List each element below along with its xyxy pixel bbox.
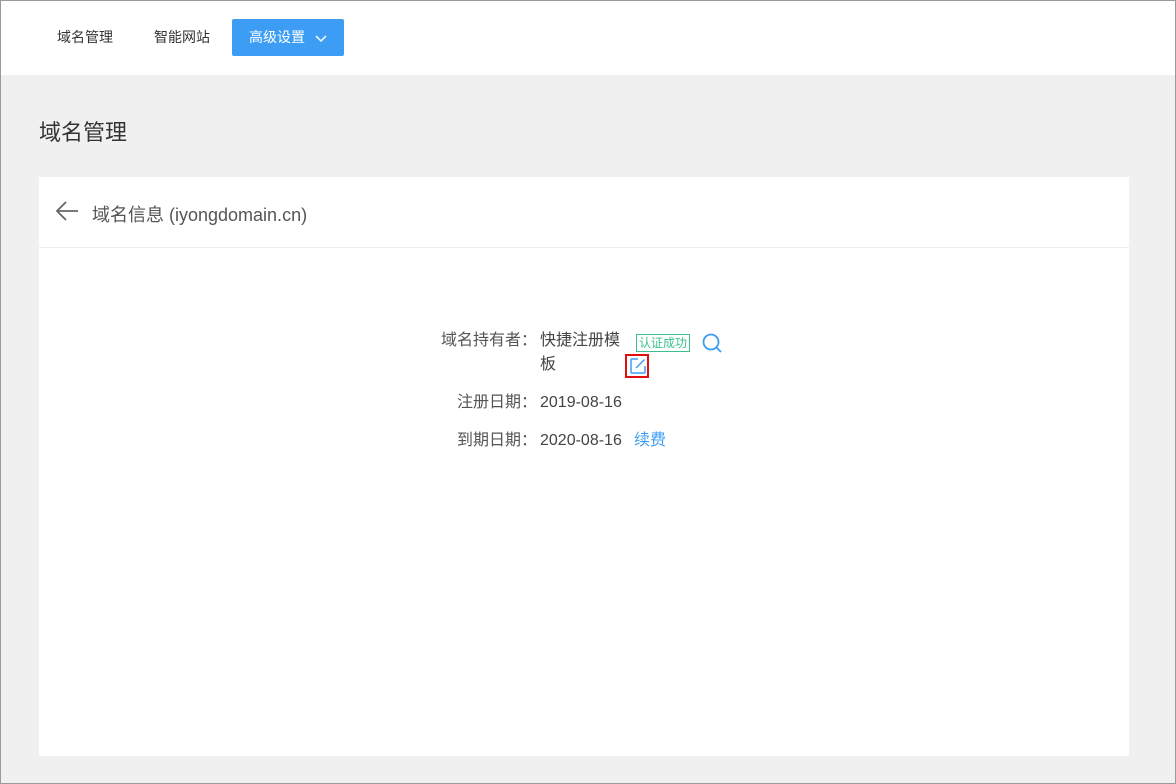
page-title: 域名管理 (39, 120, 128, 145)
reg-date-value: 2019-08-16 (540, 394, 622, 411)
domain-info-card: 域名信息 (iyongdomain.cn) 域名持有者： 快捷注册模板 认证成功… (39, 177, 1129, 756)
nav-advanced-label: 高级设置 (249, 29, 306, 45)
card-header: 域名信息 (iyongdomain.cn) (39, 177, 1129, 248)
search-icon[interactable] (701, 332, 723, 359)
exp-date-value: 2020-08-16 (540, 432, 622, 449)
chevron-down-icon (315, 20, 327, 57)
exp-date-label: 到期日期： (456, 432, 537, 449)
card-title: 域名信息 (iyongdomain.cn) (92, 205, 308, 225)
owner-value: 快捷注册模板 (540, 332, 621, 373)
verified-badge: 认证成功 (636, 334, 691, 352)
top-nav: 域名管理 智能网站 高级设置 (1, 1, 1175, 75)
owner-label: 域名持有者： (440, 332, 537, 349)
nav-domain-management[interactable]: 域名管理 (57, 19, 113, 56)
reg-date-label: 注册日期： (456, 394, 537, 411)
edit-icon (630, 358, 646, 374)
edit-owner-button[interactable] (625, 354, 649, 378)
back-arrow-icon[interactable] (55, 200, 79, 227)
nav-smart-website[interactable]: 智能网站 (154, 19, 210, 56)
renew-link[interactable]: 续费 (634, 429, 666, 453)
nav-advanced-settings-button[interactable]: 高级设置 (232, 19, 344, 56)
